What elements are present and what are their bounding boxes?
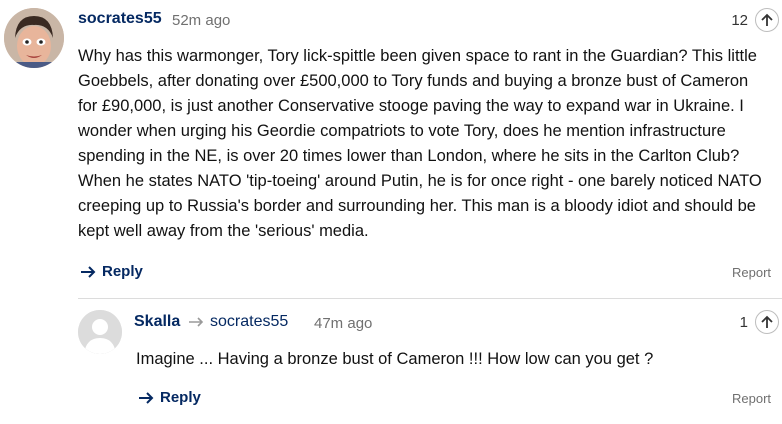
reply-button[interactable]: Reply [138, 389, 201, 406]
comment-timestamp[interactable]: 47m ago [314, 315, 372, 332]
reply-arrow-icon [189, 317, 204, 327]
report-link[interactable]: Report [732, 391, 771, 406]
comment-username[interactable]: Skalla [134, 313, 180, 331]
comment-body: Why has this warmonger, Tory lick-spittl… [78, 47, 762, 240]
arrow-right-icon [139, 391, 154, 404]
comment-timestamp[interactable]: 52m ago [172, 12, 230, 29]
person-silhouette-icon [78, 310, 122, 354]
reply-to[interactable]: socrates55 [188, 313, 288, 331]
reply-label: Reply [160, 389, 201, 406]
avatar-photo-icon [4, 8, 64, 68]
recommend-count: 1 [739, 314, 748, 331]
arrow-up-icon [761, 13, 773, 26]
report-link[interactable]: Report [732, 265, 771, 280]
user-avatar[interactable] [4, 8, 64, 68]
reply-to-username[interactable]: socrates55 [210, 313, 288, 331]
comment-divider [78, 298, 782, 299]
arrow-up-icon [761, 315, 773, 328]
reply-button[interactable]: Reply [80, 263, 143, 280]
recommend-button[interactable] [755, 8, 779, 32]
recommend-count: 12 [731, 12, 748, 29]
recommend-button[interactable] [755, 310, 779, 334]
reply-label: Reply [102, 263, 143, 280]
comment-username[interactable]: socrates55 [78, 10, 162, 28]
comment-body: Imagine ... Having a bronze bust of Came… [136, 350, 654, 368]
user-avatar[interactable] [78, 310, 122, 354]
arrow-right-icon [81, 265, 96, 278]
